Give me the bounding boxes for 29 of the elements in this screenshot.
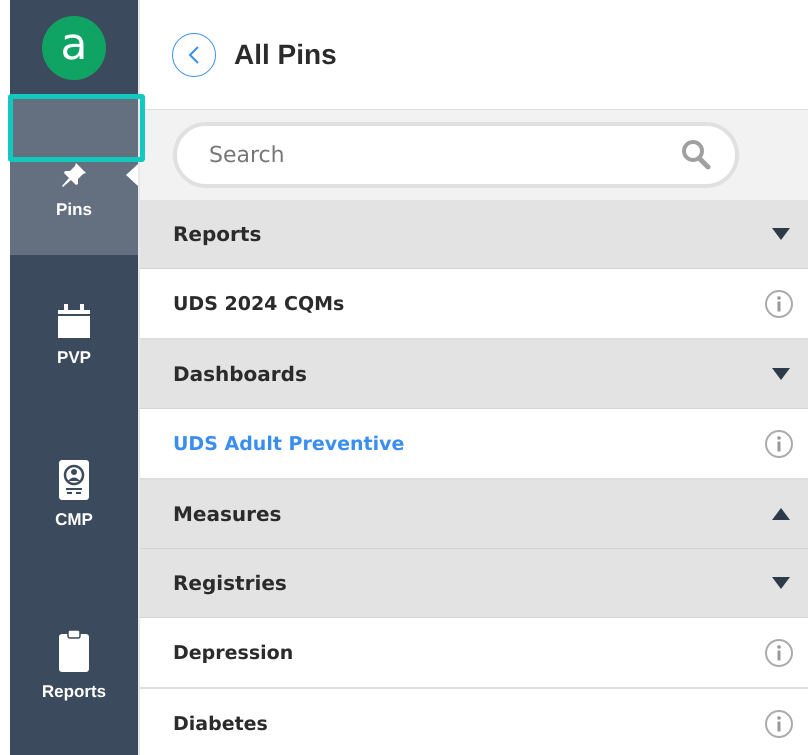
- active-pointer-icon: [126, 164, 138, 186]
- nav-item[interactable]: PVP: [10, 255, 138, 415]
- section-header[interactable]: Measures: [140, 480, 808, 549]
- item-label: UDS Adult Preventive: [173, 432, 404, 454]
- section-header[interactable]: Dashboards: [140, 340, 808, 409]
- item-label: Depression: [173, 642, 294, 664]
- caret-down-icon: [772, 368, 790, 380]
- caret-down-icon: [772, 577, 790, 589]
- item-label: Diabetes: [173, 712, 268, 734]
- info-icon[interactable]: [764, 428, 794, 458]
- nav-item[interactable]: CMP: [10, 415, 138, 575]
- search-icon: [681, 139, 711, 171]
- section-header[interactable]: Reports: [140, 200, 808, 269]
- item-label: UDS 2024 CQMs: [173, 292, 344, 314]
- pushpin-icon: [59, 160, 89, 190]
- search-field[interactable]: Search: [173, 122, 739, 188]
- section-header[interactable]: Registries: [140, 549, 808, 618]
- calendar-icon: [58, 302, 90, 338]
- clipboard-icon: [59, 628, 89, 672]
- chevron-left-icon: [188, 44, 200, 64]
- page-title: All Pins: [234, 38, 337, 70]
- info-icon[interactable]: [764, 708, 794, 738]
- caret-down-icon: [772, 228, 790, 240]
- id-badge-icon: [59, 460, 89, 500]
- nav-item[interactable]: Reports: [10, 575, 138, 755]
- info-icon[interactable]: [764, 288, 794, 318]
- caret-up-icon: [772, 508, 790, 520]
- back-button[interactable]: [172, 32, 216, 76]
- info-icon[interactable]: [764, 638, 794, 668]
